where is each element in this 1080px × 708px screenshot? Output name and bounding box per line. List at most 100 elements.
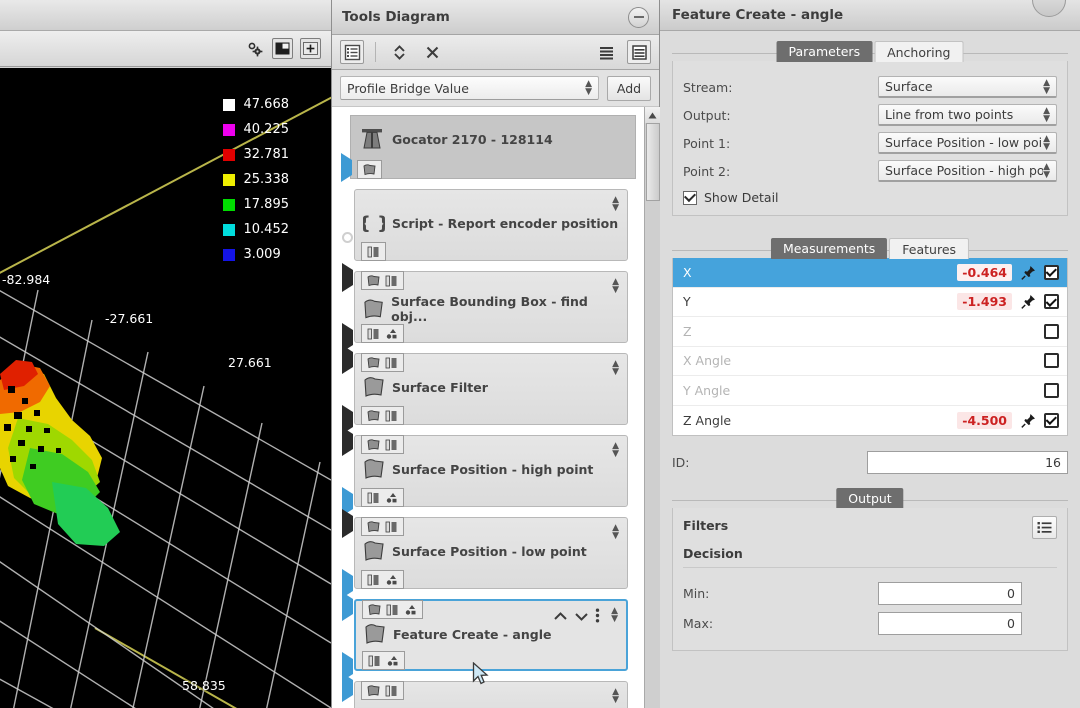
measurement-row[interactable]: Z Angle -4.500 [673,406,1067,436]
port-pill[interactable] [361,488,404,507]
measure-icon [385,685,397,696]
tools-node-canvas[interactable]: Gocator 2170 - 128114 ▲▼ { } [332,107,660,708]
port-pill[interactable] [362,651,405,670]
compact-list-icon[interactable] [594,40,618,64]
chevron-updown-icon: ▲ ▼ [1043,161,1050,180]
pin-icon[interactable] [1020,413,1036,428]
parameters-group: Stream: Surface ▲ ▼ Output: Line from two… [672,61,1068,216]
port-pill[interactable] [361,435,404,454]
tool-node-selected[interactable]: ▲ ▼ Feature Create - angle [342,592,628,681]
more-options-icon[interactable] [595,608,600,626]
tab-measurements[interactable]: Measurements [770,238,888,259]
measurement-row[interactable]: X Angle [673,347,1067,376]
output-row: Output: Line from two points ▲ ▼ [683,101,1057,129]
port-pill[interactable] [357,160,382,179]
tools-scrollbar[interactable] [644,107,660,708]
point2-dropdown[interactable]: Surface Position - high point/F ▲▼ [878,160,1057,182]
tool-node[interactable]: ▲ ▼ Surface Position - high point [342,427,628,516]
show-detail-checkbox[interactable] [683,190,697,205]
tab-output[interactable]: Output [836,488,904,509]
measurement-row[interactable]: Y -1.493 [673,288,1067,317]
node-connector-ring-icon [342,232,353,243]
measurement-name: Z Angle [683,412,732,428]
node-title-row: { } Script - Report encoder position [355,190,627,234]
node-spinner-icon[interactable]: ▲ ▼ [612,196,619,213]
scroll-up-icon[interactable] [645,107,660,123]
chevron-updown-icon: ▲ ▼ [1043,77,1050,96]
collapse-all-icon[interactable] [420,40,444,64]
min-input[interactable]: 0 [878,581,1022,605]
port-pill[interactable] [361,353,404,372]
surface-icon [368,603,381,615]
output-dropdown[interactable]: Line from two points ▲ ▼ [878,104,1057,126]
move-down-icon[interactable] [574,610,589,625]
point1-dropdown[interactable]: Surface Position - low point/Pç ▲▼ [878,132,1057,154]
node-spinner-icon[interactable]: ▲ ▼ [611,607,618,624]
port-pill[interactable] [361,681,404,700]
node-output-ports [361,242,386,261]
pin-icon[interactable] [1020,294,1036,310]
tool-node-root[interactable]: Gocator 2170 - 128114 [341,115,636,182]
max-input[interactable]: 0 [878,611,1022,635]
measure-icon [385,357,397,368]
node-spinner-icon[interactable]: ▲ ▼ [612,360,619,377]
tool-node[interactable]: ▲ ▼ Surface Position - low point [342,509,628,598]
port-pill[interactable] [361,324,404,343]
expand-collapse-icon[interactable] [387,40,411,64]
port-pill[interactable] [361,517,404,536]
stream-dropdown[interactable]: Surface ▲ ▼ [878,76,1057,98]
port-pill[interactable] [361,406,404,425]
node-spinner-icon[interactable]: ▲ ▼ [612,278,619,295]
list-layout-icon[interactable] [340,40,364,64]
surface-icon [364,541,384,561]
measurement-checkbox[interactable] [1044,264,1059,280]
braces-icon: { } [363,213,385,234]
chevron-updown-icon: ▲ ▼ [1043,105,1050,124]
measurement-checkbox[interactable] [1044,353,1059,369]
pin-icon[interactable] [1020,265,1036,280]
port-pill[interactable] [362,600,423,619]
measurement-row[interactable]: Y Angle [673,376,1067,406]
image-snapshot-icon[interactable] [272,38,293,59]
settings-gear-icon[interactable] [244,38,265,59]
measurement-row[interactable]: X -0.464 [673,258,1067,288]
measurement-checkbox[interactable] [1044,382,1059,398]
tab-parameters[interactable]: Parameters [776,41,873,62]
scrollbar-thumb[interactable] [646,123,660,201]
node-output-ports [361,488,404,507]
id-input[interactable]: 16 [867,450,1068,474]
tool-select-dropdown[interactable]: Profile Bridge Value ▲ ▼ [340,76,599,100]
axis-label: 58.835 [182,678,226,693]
3d-point-cloud-viewport[interactable]: -82.984 -27.661 27.661 58.835 47.668 40.… [0,68,331,708]
tools-node-list: Gocator 2170 - 128114 ▲▼ { } [332,107,644,708]
add-tool-button[interactable]: Add [607,75,651,101]
detail-list-icon[interactable] [627,40,651,64]
tool-node[interactable]: ▲▼ { } Script - Report encoder position [342,189,628,261]
port-pill[interactable] [361,271,404,290]
measure-icon [367,246,379,257]
tool-node[interactable]: ▲ ▼ Surface Bounding Box - find obj... [342,263,628,352]
point1-label: Point 1: [683,135,731,151]
port-pill[interactable] [361,242,386,261]
measurement-checkbox[interactable] [1044,323,1059,339]
port-pill[interactable] [361,570,404,589]
tab-features[interactable]: Features [889,238,970,259]
legend-swatch [222,173,235,186]
tool-node[interactable]: ▲ ▼ Surface Filter [342,345,628,434]
node-spinner-icon[interactable]: ▲ ▼ [612,442,619,459]
node-spinner-icon[interactable]: ▲ ▼ [612,688,619,705]
tool-node[interactable]: ▲ ▼ [342,673,628,708]
measurement-checkbox[interactable] [1044,412,1059,428]
move-up-icon[interactable] [553,610,568,625]
measurement-checkbox[interactable] [1044,294,1059,310]
measurement-row[interactable]: Z [673,317,1067,347]
collapse-panel-button[interactable] [628,6,649,28]
show-detail-row[interactable]: Show Detail [683,190,1057,205]
add-view-icon[interactable] [300,38,321,59]
node-spinner-icon[interactable]: ▲ ▼ [612,524,619,541]
list-lines-icon[interactable] [1032,516,1057,539]
node-connector-icon [342,569,356,598]
tab-anchoring[interactable]: Anchoring [874,41,964,62]
node-connector-icon [342,263,356,292]
measurement-value: -0.464 [957,263,1012,281]
